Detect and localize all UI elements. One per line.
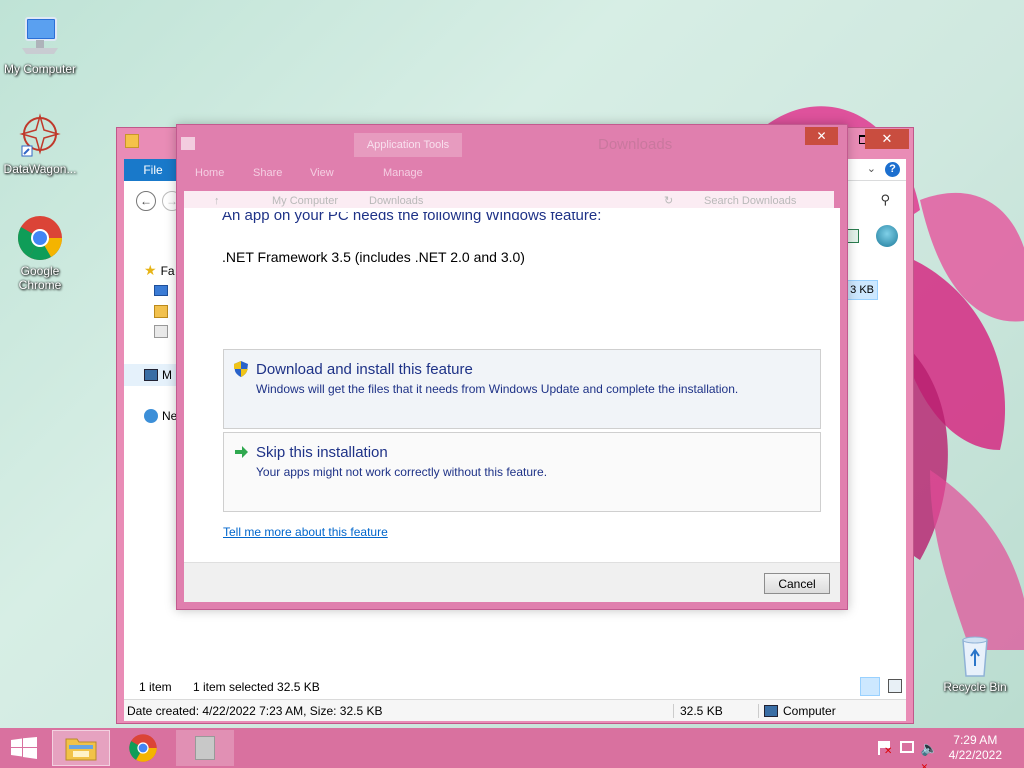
chevron-down-icon[interactable]: ⌄	[867, 162, 876, 175]
search-icon[interactable]: ⚲	[880, 192, 890, 208]
option-title: Skip this installation	[256, 444, 388, 461]
datawagon-icon	[16, 112, 64, 160]
refresh-icon: ↻	[664, 195, 674, 207]
folder-icon	[125, 134, 139, 148]
details-location: Computer	[758, 703, 836, 718]
nav-subitem-desktop[interactable]	[154, 285, 168, 296]
folder-icon	[65, 738, 97, 761]
desktop-icon-datawagon[interactable]: DataWagon...	[0, 112, 80, 176]
recycle-bin-icon	[951, 630, 999, 678]
clock[interactable]: 7:29 AM 4/22/2022	[949, 733, 1002, 763]
desktop-icon-google-chrome[interactable]: Google Chrome	[0, 214, 80, 292]
ghost-search: Search Downloads	[704, 195, 797, 207]
installer-icon	[195, 736, 215, 760]
details-text: Date created: 4/22/2022 7:23 AM, Size: 3…	[127, 703, 383, 718]
close-button[interactable]: ✕	[865, 129, 909, 149]
help-icon[interactable]: ?	[885, 162, 900, 177]
ghost-tab-home: Home	[195, 167, 225, 179]
desktop-icon-my-computer[interactable]: My Computer	[0, 12, 80, 76]
ghost-tab-view: View	[310, 167, 334, 179]
cancel-button[interactable]: Cancel	[764, 573, 830, 594]
back-button[interactable]: ←	[136, 191, 156, 211]
chrome-icon	[129, 734, 157, 762]
star-icon: ★	[144, 262, 157, 278]
tell-me-more-link[interactable]: Tell me more about this feature	[223, 525, 388, 539]
windows-logo-icon	[11, 737, 37, 759]
selected-file-size: 3 KB	[845, 280, 878, 300]
desktop-icon-recycle-bin[interactable]: Recycle Bin	[935, 630, 1015, 694]
computer-icon	[764, 704, 778, 717]
nav-item-my-computer[interactable]: M	[124, 364, 184, 386]
up-arrow-icon: ↑	[214, 195, 220, 207]
taskbar: ✕ 🔈✕ 7:29 AM 4/22/2022	[0, 728, 1024, 768]
ghost-window-title: Downloads	[598, 136, 673, 153]
chrome-icon	[16, 214, 64, 262]
windows-features-dialog[interactable]: Application Tools Downloads Home Share V…	[176, 124, 848, 610]
nav-item-favorites[interactable]: ★ Fa	[144, 262, 175, 279]
nav-item-network[interactable]: Ne	[144, 409, 177, 423]
desktop-icon-label: Recycle Bin	[943, 680, 1007, 694]
option-title: Download and install this feature	[256, 361, 473, 378]
feature-name: .NET Framework 3.5 (includes .NET 2.0 an…	[222, 249, 525, 265]
start-button[interactable]	[0, 730, 48, 766]
computer-icon	[144, 369, 158, 381]
item-count: 1 item	[139, 680, 172, 694]
clock-date: 4/22/2022	[948, 748, 1002, 762]
ghost-tab-share: Share	[253, 167, 283, 179]
taskbar-chrome[interactable]	[114, 730, 172, 766]
dialog-heading: An app on your PC needs the following Wi…	[222, 212, 602, 224]
application-tools-label: Application Tools	[354, 133, 462, 157]
network-icon	[144, 409, 158, 423]
skip-installation-option[interactable]: Skip this installation Your apps might n…	[223, 432, 821, 512]
network-icon[interactable]	[900, 741, 914, 753]
download-install-option[interactable]: Download and install this feature Window…	[223, 349, 821, 429]
user-avatar-icon[interactable]	[876, 225, 898, 247]
details-view-button[interactable]	[860, 677, 880, 696]
ghost-path-2: Downloads	[369, 195, 424, 207]
clock-time: 7:29 AM	[953, 733, 998, 747]
option-description: Windows will get the files that it needs…	[256, 382, 739, 396]
volume-muted-icon[interactable]: 🔈✕	[921, 740, 938, 768]
dialog-body: An app on your PC needs the following Wi…	[184, 208, 840, 602]
taskbar-setup-app[interactable]	[176, 730, 234, 766]
ghost-path-1: My Computer	[272, 195, 339, 207]
option-description: Your apps might not work correctly witho…	[256, 465, 548, 479]
nav-subitem-recent[interactable]	[154, 325, 168, 338]
ghost-tab-manage: Manage	[383, 167, 423, 179]
computer-icon	[16, 12, 64, 60]
desktop-icon-label: DataWagon...	[3, 162, 77, 176]
selection-info: 1 item selected 32.5 KB	[193, 680, 320, 694]
details-bar: Date created: 4/22/2022 7:23 AM, Size: 3…	[124, 699, 906, 721]
desktop-icon-label: Google Chrome	[18, 264, 62, 292]
dialog-close-button[interactable]: ✕	[805, 127, 838, 145]
dialog-footer: Cancel	[184, 562, 840, 602]
arrow-right-icon	[232, 443, 250, 461]
status-bar: 1 item 1 item selected 32.5 KB	[124, 676, 906, 698]
details-size: 32.5 KB	[673, 703, 723, 718]
file-tab[interactable]: File	[124, 159, 182, 181]
desktop-icon-label: My Computer	[3, 62, 77, 76]
ghost-folder-icon	[181, 137, 195, 150]
shield-icon	[232, 360, 250, 378]
taskbar-file-explorer[interactable]	[52, 730, 110, 766]
nav-subitem-downloads[interactable]	[154, 305, 168, 318]
action-center-flag-icon[interactable]: ✕	[878, 741, 892, 757]
large-icons-view-button[interactable]	[888, 679, 902, 693]
